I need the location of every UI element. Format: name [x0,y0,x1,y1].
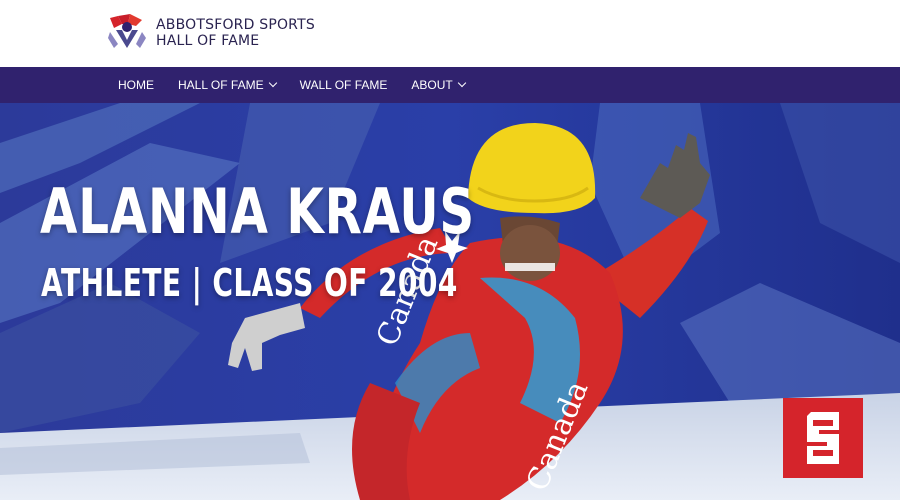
site-name: ABBOTSFORD SPORTS HALL OF FAME [156,17,315,49]
site-logo[interactable]: ABBOTSFORD SPORTS HALL OF FAME [108,14,315,52]
site-name-line2: HALL OF FAME [156,33,260,49]
hero-banner: Canada Canada ALANNA KRAUS ATHLETE | CLA… [0,103,900,500]
main-navigation: HOME HALL OF FAME WALL OF FAME ABOUT [0,67,900,103]
nav-item-label: ABOUT [411,78,453,92]
nav-item-about[interactable]: ABOUT [411,78,466,92]
nav-item-label: WALL OF FAME [299,78,388,92]
s-logo-icon [807,412,839,464]
s-logo-button[interactable] [783,398,863,478]
site-header: ABBOTSFORD SPORTS HALL OF FAME [0,0,900,67]
hall-of-fame-logo-icon [108,14,146,48]
nav-item-wall-of-fame[interactable]: WALL OF FAME [300,78,388,92]
nav-item-home[interactable]: HOME [118,78,154,92]
chevron-down-icon [268,78,277,88]
chevron-down-icon [457,78,466,88]
nav-item-label: HALL OF FAME [178,78,264,92]
site-name-line1: ABBOTSFORD SPORTS [156,17,315,33]
inductee-category: ATHLETE | CLASS OF 2004 [41,261,458,305]
nav-item-hall-of-fame[interactable]: HALL OF FAME [178,78,277,92]
nav-item-label: HOME [118,78,154,92]
inductee-name: ALANNA KRAUS [40,175,475,248]
